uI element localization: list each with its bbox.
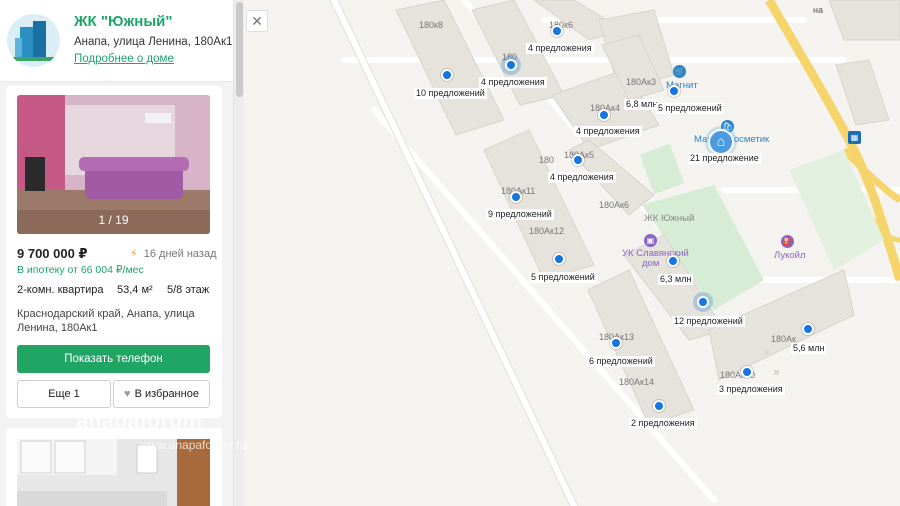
listing-price: 9 700 000 ₽ [17,246,88,261]
fuel-station-icon[interactable]: ⛽ [781,235,794,248]
street-label: на [813,5,823,15]
poi-uk-line2: дом [642,258,660,269]
listing-posted: ⚡ 16 дней назад [130,247,217,260]
lightning-icon: ⚡ [130,248,138,260]
building-label: 180Ак14 [619,377,654,387]
map-marker[interactable] [697,296,709,308]
map-marker[interactable] [441,69,453,81]
offer-label: 4 предложения [574,126,642,137]
map-marker[interactable] [741,366,753,378]
close-map-button[interactable]: ✕ [246,10,268,32]
listing-floor: 5/8 этаж [167,284,210,296]
price-label: 6,8 млн [624,99,660,110]
offer-label: 4 предложения [479,77,547,88]
photo-counter: 1 / 19 [98,213,129,227]
listing-mortgage: В ипотеку от 66 004 ₽/мес [17,264,144,276]
map-marker[interactable] [653,400,665,412]
posted-text: 16 дней назад [143,248,217,260]
complex-address: Анапа, улица Ленина, 180Ак1 [74,36,233,48]
map-marker[interactable] [553,253,565,265]
listing-location: Краснодарский край, Анапа, улица Ленина,… [17,308,195,334]
price-label: 6,3 млн [658,274,694,285]
favorite-label: В избранное [134,388,199,400]
map-marker[interactable] [667,255,679,267]
poi-lukoil: Лукойл [774,250,806,261]
map-marker[interactable] [610,337,622,349]
map[interactable]: ✕ 180к8 180к6 180Ак3 180Ак4 180Ак5 180Ак… [244,0,900,506]
office-icon[interactable]: ▣ [644,234,657,247]
shop-icon[interactable]: 🛒 [673,65,686,78]
offer-label: 12 предложений [672,316,745,327]
offer-label: 5 предложений [656,103,724,114]
poi-complex-name: ЖК Южный [644,213,695,224]
offer-label: 21 предложение [688,153,761,164]
bus-stop-icon[interactable]: ▦ [848,131,861,144]
offer-label: 9 предложений [486,209,554,220]
house-icon: ⌂ [716,133,726,149]
listing-rooms: 2-комн. квартира [17,284,104,296]
building-label: 180к8 [419,20,443,30]
building-label: 180Ак3 [626,77,656,87]
offer-label: 3 предложения [717,384,785,395]
building-label-partial: 180 [539,155,555,165]
watermark-logo: anapaforum [76,408,202,433]
building-label: 180Ак6 [599,200,629,210]
map-marker[interactable] [505,59,517,71]
scrollbar-thumb[interactable] [236,2,243,97]
map-marker[interactable] [668,85,680,97]
listing-photo[interactable]: 1 / 19 [17,95,210,234]
more-offers-button[interactable]: Еще 1 [17,380,111,408]
offer-label: 5 предложений [529,272,597,283]
offer-label: 6 предложений [587,356,655,367]
listing-area: 53,4 м² [117,284,153,296]
listing-card[interactable]: 1 / 19 9 700 000 ₽ ⚡ 16 дней назад В ипот… [6,86,222,418]
complex-more-link[interactable]: Подробнее о доме [74,53,174,65]
map-marker[interactable] [802,323,814,335]
offer-label: 2 предложения [629,418,697,429]
offer-label: 4 предложения [548,172,616,183]
favorite-button[interactable]: ♥ В избранное [113,380,210,408]
map-marker[interactable] [572,154,584,166]
watermark-url: www.anapaforum.ru [140,438,247,452]
offer-label: 4 предложения [526,43,594,54]
panel-scrollbar[interactable] [233,0,244,506]
complex-header: ЖК "Южный" Анапа, улица Ленина, 180Ак1 П… [0,0,233,82]
complex-title: ЖК "Южный" [74,13,173,30]
heart-icon: ♥ [124,388,131,400]
show-phone-button[interactable]: Показать телефон [17,345,210,373]
map-marker[interactable] [598,109,610,121]
complex-logo [7,14,60,67]
price-label: 5,6 млн [791,343,827,354]
map-marker[interactable] [510,191,522,203]
building-label: 180Ак12 [529,226,564,236]
offer-label: 10 предложений [414,88,487,99]
home-marker[interactable]: ⌂ [708,129,734,155]
map-marker[interactable] [551,25,563,37]
